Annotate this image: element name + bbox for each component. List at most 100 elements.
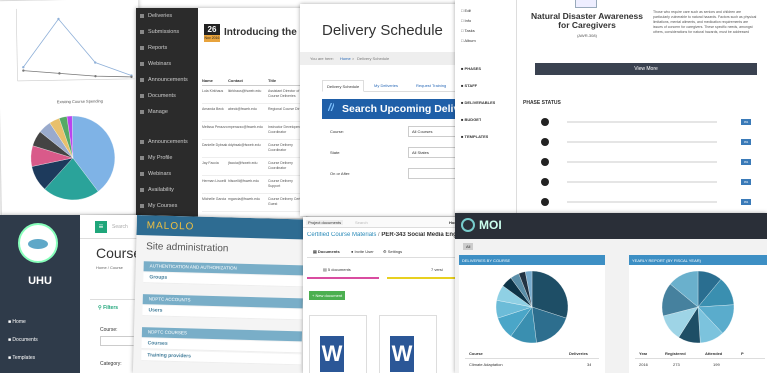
sidebar-item[interactable]: My Profile [136, 150, 198, 166]
sidebar-item[interactable]: Webinars [136, 166, 198, 182]
menu-item-icon [140, 172, 144, 176]
table-row: Michelle Garcia mgarcia@fsweb.edu Course D… [202, 194, 306, 212]
nav-item[interactable]: □ Album [461, 38, 476, 43]
tab-invite-user[interactable]: ● Invite User [351, 249, 374, 254]
phase-number-icon [541, 178, 549, 186]
malolo-header: MALOLO [136, 215, 307, 240]
tab-documents[interactable]: ▤ Documents [313, 249, 340, 254]
sidebar-item[interactable]: Webinars [136, 56, 198, 72]
nav-item[interactable]: □ Tasks [461, 28, 475, 33]
moi-logo-icon [461, 218, 475, 232]
invite-user-icon: ● [351, 249, 354, 254]
sidebar-item[interactable]: ■ Home [8, 319, 26, 325]
search-input[interactable]: Search [112, 224, 128, 230]
phase-progress-bar [567, 181, 717, 183]
breadcrumb-link[interactable]: Certified Course Materials [307, 232, 376, 238]
tab-project-documents[interactable]: Project documents [306, 220, 344, 225]
page-title: Delivery Schedule [322, 22, 443, 39]
breadcrumb: Home / Course [96, 265, 123, 270]
date-month: Nov 2016 [204, 35, 220, 42]
malolo-admin-panel: MALOLO Site administration AUTHENTICATIO… [132, 215, 307, 373]
menu-item-icon [140, 94, 144, 98]
date-number: 26 [207, 25, 217, 34]
document-card[interactable]: W [379, 315, 437, 373]
post-title: Introducing the NDP [224, 27, 306, 38]
sidebar-item[interactable]: Deliveries [136, 8, 198, 24]
menu-item-icon [140, 78, 144, 82]
sidebar-item[interactable]: ■ Documents [8, 337, 38, 343]
tab-my-deliveries[interactable]: My Deliveries [374, 80, 398, 92]
table-row: Herman Lisoelli hlisoelli@fsweb.edu Course… [202, 176, 306, 194]
field-select[interactable]: All Courses [408, 126, 460, 137]
documents-panel: Project documents Search Hom Certified C… [303, 217, 463, 373]
new-document-button[interactable]: + New document [309, 291, 346, 300]
filter-all-button[interactable]: All [463, 243, 474, 250]
course-logo-icon [575, 0, 597, 8]
uhu-logo-icon [18, 223, 58, 263]
tab-request-training[interactable]: Request Training [416, 80, 446, 92]
menu-item-icon [140, 14, 144, 18]
sidebar-item[interactable]: Manage [136, 104, 198, 120]
tab-settings[interactable]: ⚙ Settings [383, 249, 402, 254]
pie-deliveries-by-course [495, 270, 569, 344]
nav-section[interactable]: ■ TEMPLATES [461, 134, 488, 139]
sidebar-item[interactable]: ■ Templates [8, 355, 35, 361]
nav-item[interactable]: □ Info [461, 18, 471, 23]
admin-sidebar: Deliveries Submissions Reports Webinars Anno… [136, 8, 198, 218]
nav-section[interactable]: ■ BUDGET [461, 117, 481, 122]
sidebar-item[interactable]: Announcements [136, 134, 198, 150]
table-row: Amanda Beck abeck@fsweb.edu Regional Cours… [202, 104, 306, 122]
menu-item-icon [140, 46, 144, 50]
course-code: (AWR-308) [577, 33, 597, 38]
uhu-topbar: ≡ Search [80, 215, 142, 239]
menu-item-icon [140, 110, 144, 114]
nav-item[interactable]: □ Edit [461, 8, 471, 13]
search-header: // Search Upcoming Deliveries [322, 99, 460, 119]
sidebar-item[interactable]: Submissions [136, 24, 198, 40]
course-title-line: Natural Disaster Awareness for Caregiver… [531, 12, 643, 30]
field-label: On or After: [330, 171, 351, 176]
menu-item-icon [140, 188, 144, 192]
sidebar-item[interactable]: Documents [136, 88, 198, 104]
delivery-schedule-panel: Delivery Schedule You are here: Home > D… [300, 4, 460, 216]
document-card[interactable]: W [309, 315, 367, 373]
course-detail-panel: □ Edit □ Info □ Tasks □ Album ■ PHASES ■ STAF… [455, 0, 767, 215]
phase-percent-badge: 0% [741, 199, 751, 205]
uhu-panel: UHU ■ Home ■ Documents ■ Templates ≡ Searc… [0, 215, 142, 373]
course-nav: □ Edit □ Info □ Tasks □ Album ■ PHASES ■ STAF… [455, 0, 517, 215]
documents-count: ▤ 5 documents [323, 267, 351, 272]
breadcrumb-home-link[interactable]: Home [340, 56, 351, 61]
date-badge: 26 Nov 2016 [204, 24, 220, 42]
filters-heading: ⚲ Filters [98, 305, 119, 311]
nav-section[interactable]: ■ PHASES [461, 66, 481, 71]
field-select[interactable]: All States [408, 147, 460, 158]
tab-delivery-schedule[interactable]: Delivery Schedule [322, 80, 365, 92]
field-select[interactable] [408, 168, 460, 179]
phase-number-icon [541, 158, 549, 166]
sidebar-item[interactable]: My Courses [136, 198, 198, 214]
nav-section[interactable]: ■ DELIVERABLES [461, 100, 495, 105]
phase-progress-bar [567, 201, 717, 203]
sidebar-item[interactable]: Reports [136, 40, 198, 56]
page-title: Course [96, 245, 142, 261]
sidebar-item[interactable]: Availability [136, 182, 198, 198]
top-bar: Project documents Search Hom [303, 217, 463, 228]
search-input[interactable]: Search [355, 220, 368, 225]
nav-section[interactable]: ■ STAFF [461, 83, 477, 88]
field-label: Course: [330, 129, 345, 134]
page-title: Site administration [146, 241, 229, 255]
phase-number-icon [541, 118, 549, 126]
view-more-button[interactable]: View More [535, 63, 757, 75]
malolo-brand: MALOLO [146, 220, 195, 233]
menu-toggle-button[interactable]: ≡ [95, 221, 107, 233]
menu-item-icon [140, 140, 144, 144]
versions-count: 7 versi [431, 267, 443, 272]
moi-header: MOI [455, 213, 767, 239]
phase-percent-badge: 0% [741, 179, 751, 185]
menu-item-icon [140, 30, 144, 34]
menu-item-icon [140, 62, 144, 66]
screenshot-collage: Existing Course Spending Deliveries Submi… [0, 0, 767, 373]
uhu-sidebar: UHU ■ Home ■ Documents ■ Templates [0, 215, 80, 373]
menu-item-icon [140, 156, 144, 160]
sidebar-item[interactable]: Announcements [136, 72, 198, 88]
